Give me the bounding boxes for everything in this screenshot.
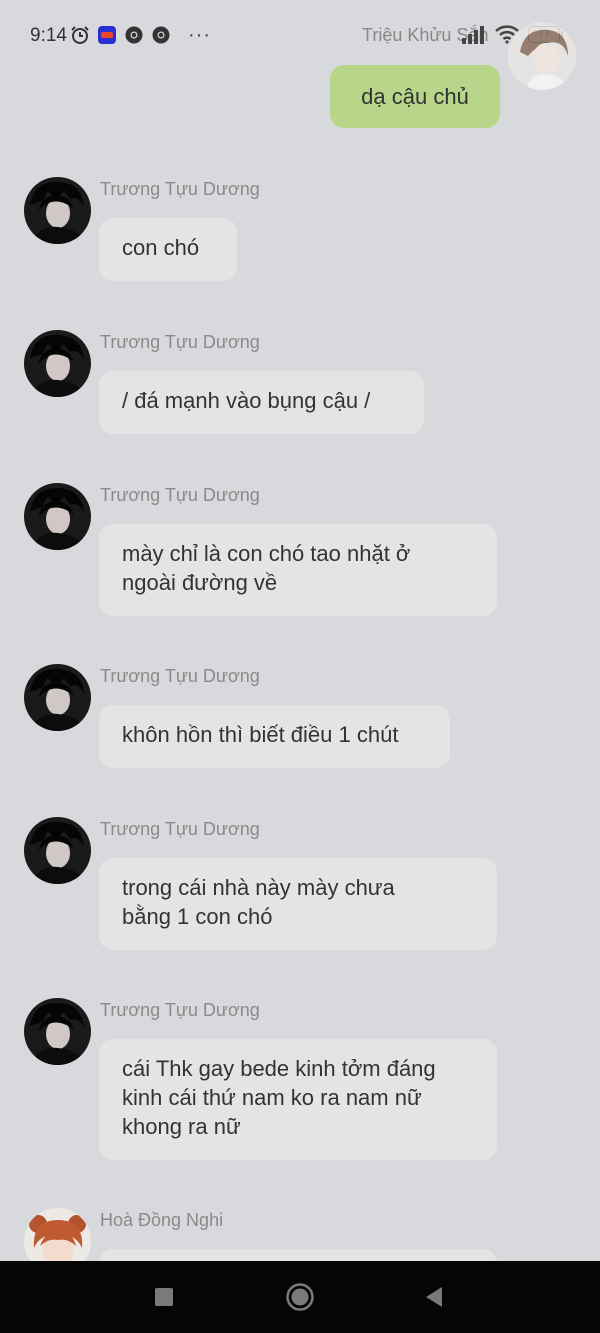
message-text-line: khôn hồn thì biết điều 1 chút — [122, 722, 399, 747]
circle-icon — [286, 1283, 314, 1311]
sender-name: Trương Tựu Dương — [100, 1000, 260, 1020]
message-bubble[interactable]: trong cái nhà này mày chưa bằng 1 con ch… — [99, 858, 497, 950]
notification-icons: ··· — [70, 25, 211, 45]
chrome-icon — [125, 26, 143, 44]
recents-button[interactable] — [129, 1261, 199, 1333]
chrome-icon — [152, 26, 170, 44]
message-text-line: mày chỉ là con chó tao nhặt ở — [122, 541, 411, 566]
message-text-line: con chó — [122, 235, 200, 260]
message-text-line: / đá mạnh vào bụng cậu / — [122, 388, 371, 413]
navigation-bar — [0, 1261, 600, 1333]
sender-name: Trương Tựu Dương — [100, 332, 260, 352]
sender-name: Trương Tựu Dương — [100, 179, 260, 199]
message-text-line: cái Thk gay bede kinh tởm đáng — [122, 1056, 436, 1081]
message-bubble[interactable]: mày chỉ là con chó tao nhặt ở ngoài đườn… — [99, 524, 497, 616]
sender-name: Hoà Đồng Nghi — [100, 1210, 224, 1230]
outgoing-message-bubble[interactable]: dạ cậu chủ — [330, 65, 500, 128]
sender-name: Trương Tựu Dương — [100, 666, 260, 686]
alarm-icon — [71, 26, 89, 44]
message-bubble[interactable]: con chó — [99, 218, 237, 281]
message-bubble[interactable]: cái Thk gay bede kinh tởm đáng kinh cái … — [99, 1039, 497, 1160]
message-text-line: bằng 1 con chó — [122, 904, 273, 929]
sender-avatar[interactable] — [24, 483, 91, 550]
sender-avatar[interactable] — [24, 330, 91, 397]
user-avatar-image — [508, 22, 576, 90]
message-text-line: kinh cái thứ nam ko ra nam nữ — [122, 1085, 422, 1110]
message-text-line: ngoài đường về — [122, 570, 278, 595]
sender-avatar[interactable] — [24, 664, 91, 731]
triangle-back-icon — [426, 1287, 442, 1307]
sender-avatar[interactable] — [24, 177, 91, 244]
sender-avatar[interactable] — [24, 817, 91, 884]
status-time: 9:14 — [30, 25, 67, 46]
message-bubble[interactable]: khôn hồn thì biết điều 1 chút — [99, 705, 450, 768]
message-bubble[interactable]: / đá mạnh vào bụng cậu / — [99, 371, 424, 434]
back-button[interactable] — [399, 1261, 469, 1333]
square-icon — [155, 1288, 173, 1306]
message-text-line: khong ra nữ — [122, 1114, 241, 1139]
sender-name: Trương Tựu Dương — [100, 485, 260, 505]
lazada-icon — [98, 26, 116, 44]
sender-avatar[interactable] — [24, 998, 91, 1065]
home-button[interactable] — [265, 1261, 335, 1333]
user-avatar[interactable] — [508, 22, 576, 90]
message-text-line: trong cái nhà này mày chưa — [122, 875, 395, 900]
signal-icon — [462, 26, 484, 44]
sender-name: Trương Tựu Dương — [100, 819, 260, 839]
more-dots-icon: ··· — [188, 24, 211, 46]
